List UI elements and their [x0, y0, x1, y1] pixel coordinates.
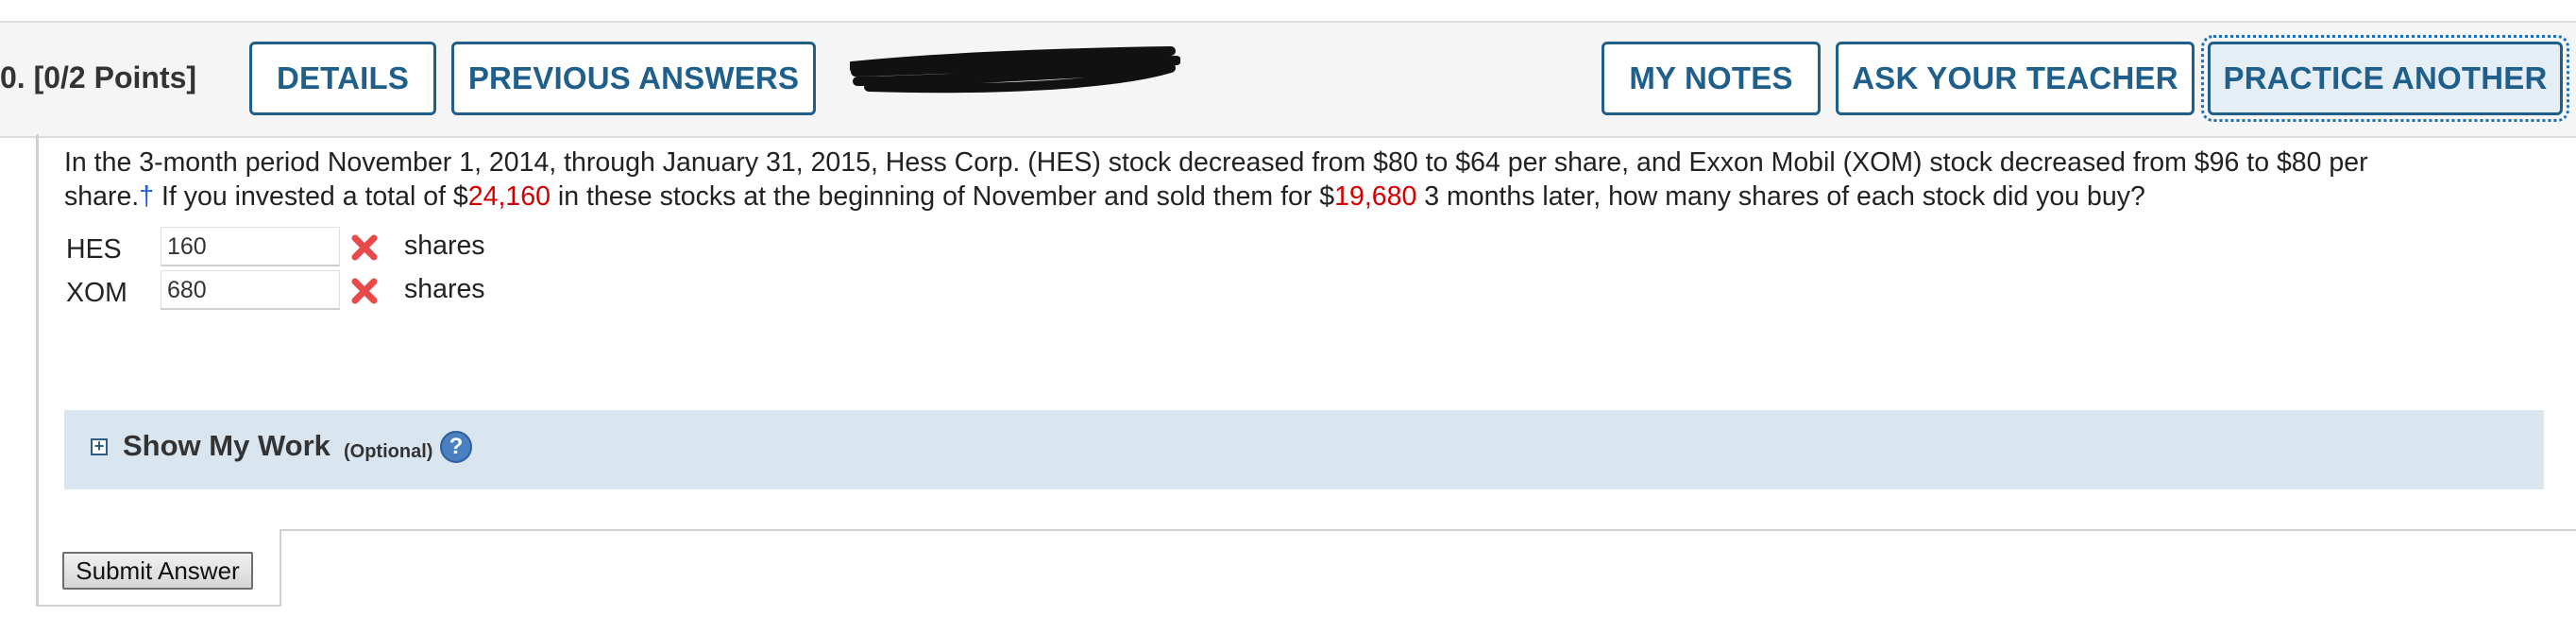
answer-unit: shares — [404, 231, 485, 261]
question-line-2d: 3 months later, how many shares of each … — [1416, 181, 2145, 212]
ask-your-teacher-button[interactable]: ASK YOUR TEACHER — [1836, 42, 2195, 115]
answer-label: XOM — [66, 278, 127, 308]
total-invested-value: 24,160 — [467, 181, 551, 212]
previous-answers-button[interactable]: PREVIOUS ANSWERS — [451, 42, 816, 115]
practice-another-button[interactable]: PRACTICE ANOTHER — [2201, 35, 2569, 122]
details-button[interactable]: DETAILS — [249, 42, 436, 115]
xom-shares-input[interactable] — [161, 270, 340, 310]
answer-unit: shares — [404, 274, 485, 304]
x-mark-icon — [351, 278, 378, 304]
footnote-dagger-link[interactable]: † — [139, 181, 154, 212]
x-mark-icon — [351, 234, 378, 261]
question-border — [36, 134, 39, 607]
submit-answer-button[interactable]: Submit Answer — [62, 552, 253, 590]
show-my-work-bar[interactable]: + Show My Work (Optional) ? — [64, 410, 2544, 489]
redaction-scribble — [850, 46, 1180, 94]
question-line-2c: in these stocks at the beginning of Nove… — [550, 181, 1335, 212]
question-text: In the 3-month period November 1, 2014, … — [64, 146, 2519, 214]
question-line-1: In the 3-month period November 1, 2014, … — [64, 147, 2368, 178]
my-notes-button[interactable]: MY NOTES — [1602, 42, 1821, 115]
help-icon[interactable]: ? — [440, 431, 472, 463]
total-sold-value: 19,680 — [1334, 181, 1417, 212]
question-line-2b: If you invested a total of $ — [154, 181, 468, 212]
question-points: 0. [0/2 Points] — [0, 60, 197, 94]
question-line-2a: share. — [64, 181, 140, 212]
show-my-work-title[interactable]: Show My Work — [123, 429, 330, 463]
plus-box-icon[interactable]: + — [91, 437, 108, 455]
divider — [280, 529, 2576, 531]
show-my-work-optional: (Optional) — [344, 441, 433, 462]
divider — [36, 605, 281, 607]
divider — [280, 529, 281, 607]
answer-label: HES — [66, 234, 122, 265]
hes-shares-input[interactable] — [161, 227, 340, 266]
